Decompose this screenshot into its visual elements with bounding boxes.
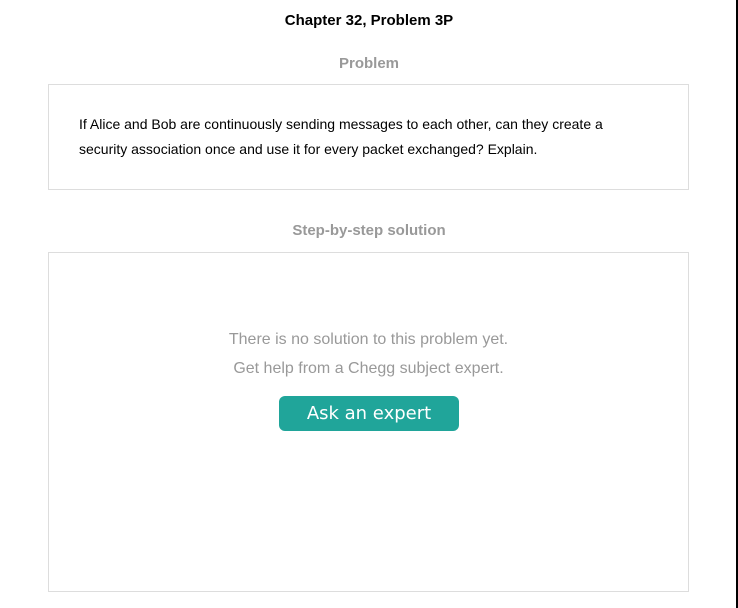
page-title: Chapter 32, Problem 3P [284, 12, 454, 29]
no-solution-message: There is no solution to this problem yet… [228, 331, 509, 348]
solution-box: There is no solution to this problem yet… [48, 252, 689, 592]
problem-text: If Alice and Bob are continuously sendin… [79, 116, 603, 157]
problem-heading: Problem [338, 55, 399, 72]
help-message: Get help from a Chegg subject expert. [233, 360, 504, 377]
problem-box: If Alice and Bob are continuously sendin… [48, 84, 689, 190]
ask-an-expert-button[interactable]: Ask an expert [279, 396, 459, 431]
solution-heading: Step-by-step solution [292, 222, 446, 239]
